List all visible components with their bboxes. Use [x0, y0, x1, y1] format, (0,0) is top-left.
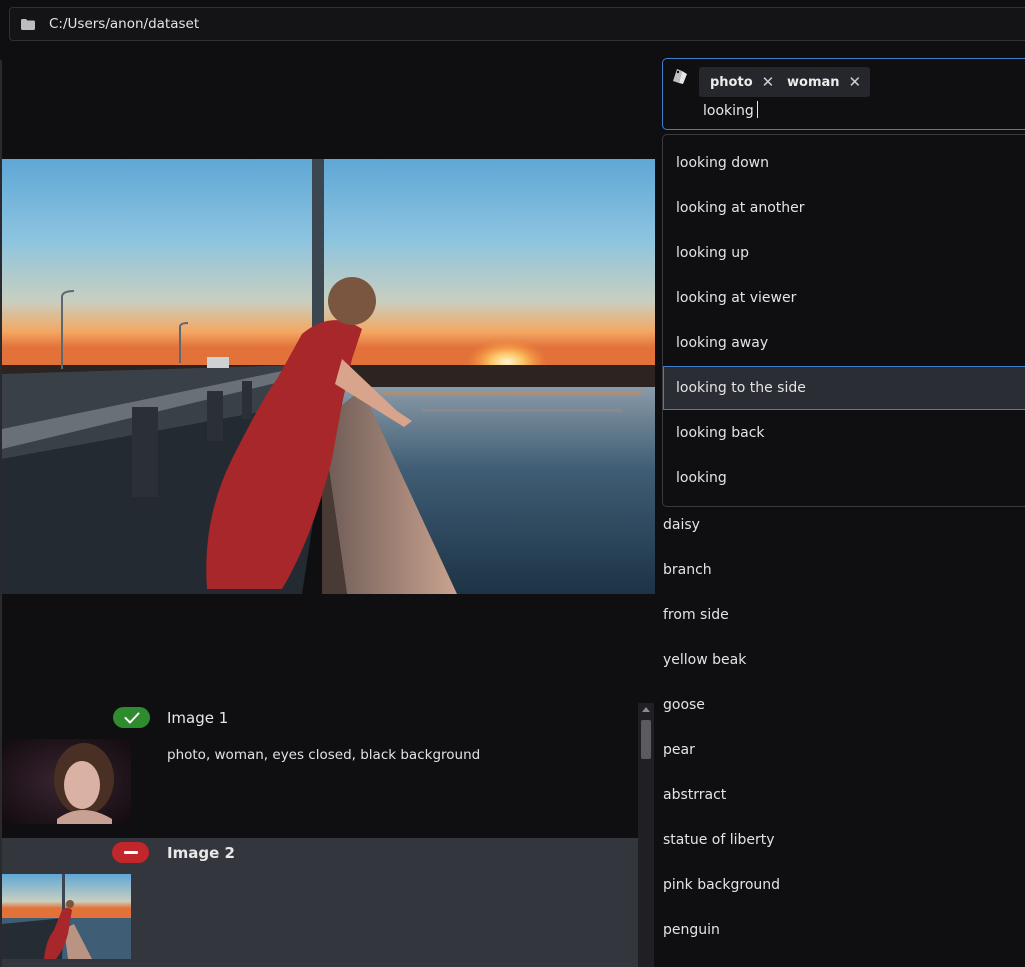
tag-list-item[interactable]: statue of liberty [663, 832, 775, 848]
image-title: Image 1 [167, 709, 229, 727]
check-icon[interactable] [113, 707, 150, 728]
suggestion-dropdown: looking down looking at another looking … [662, 134, 1025, 507]
tag-search-value: looking [703, 103, 754, 119]
image-thumbnail[interactable] [2, 874, 131, 959]
suggestion-item[interactable]: looking back [663, 411, 1025, 455]
path-text: C:/Users/anon/dataset [49, 16, 200, 32]
tag-chip[interactable]: woman ✕ [775, 67, 871, 97]
main-image [2, 159, 655, 594]
list-item[interactable]: Image 1 photo, woman, eyes closed, black… [2, 700, 638, 837]
path-bar[interactable]: C:/Users/anon/dataset [9, 7, 1025, 41]
text-caret [756, 101, 758, 118]
remove-tag-icon[interactable]: ✕ [849, 73, 862, 91]
scroll-up-icon[interactable] [642, 707, 650, 712]
folder-icon [21, 18, 35, 30]
suggestion-item-selected[interactable]: looking to the side [663, 366, 1025, 410]
tag-list-item[interactable]: from side [663, 607, 729, 623]
suggestion-item[interactable]: looking down [663, 141, 1025, 185]
image-list: Image 1 photo, woman, eyes closed, black… [2, 700, 638, 967]
list-scrollbar[interactable] [638, 703, 654, 967]
tag-list-item[interactable]: abstrract [663, 787, 726, 803]
tag-chip-label: woman [787, 74, 840, 90]
tag-input[interactable]: photo ✕ woman ✕ looking [662, 58, 1025, 130]
suggestion-item[interactable]: looking at viewer [663, 276, 1025, 320]
tag-search-field[interactable]: looking [703, 101, 758, 119]
remove-tag-icon[interactable]: ✕ [762, 73, 775, 91]
minus-icon[interactable] [112, 842, 149, 863]
tags-icon [670, 67, 690, 89]
tag-list-item[interactable]: penguin [663, 922, 720, 938]
image-title: Image 2 [167, 844, 235, 862]
list-item[interactable]: Image 2 [2, 838, 638, 967]
tag-list-item[interactable]: daisy [663, 517, 700, 533]
tag-list-item[interactable]: pear [663, 742, 695, 758]
tag-list-item[interactable]: pink background [663, 877, 780, 893]
image-thumbnail[interactable] [2, 739, 131, 824]
suggestion-item[interactable]: looking [663, 456, 1025, 500]
suggestion-item[interactable]: looking away [663, 321, 1025, 365]
tag-list-item[interactable]: goose [663, 697, 705, 713]
tag-list-item[interactable]: branch [663, 562, 712, 578]
image-caption: photo, woman, eyes closed, black backgro… [167, 747, 481, 763]
suggestion-item[interactable]: looking at another [663, 186, 1025, 230]
suggestion-item[interactable]: looking up [663, 231, 1025, 275]
tag-chip[interactable]: photo ✕ [699, 67, 784, 97]
scrollbar-thumb[interactable] [641, 720, 651, 759]
tag-chip-label: photo [710, 74, 753, 90]
tag-list-item[interactable]: yellow beak [663, 652, 746, 668]
